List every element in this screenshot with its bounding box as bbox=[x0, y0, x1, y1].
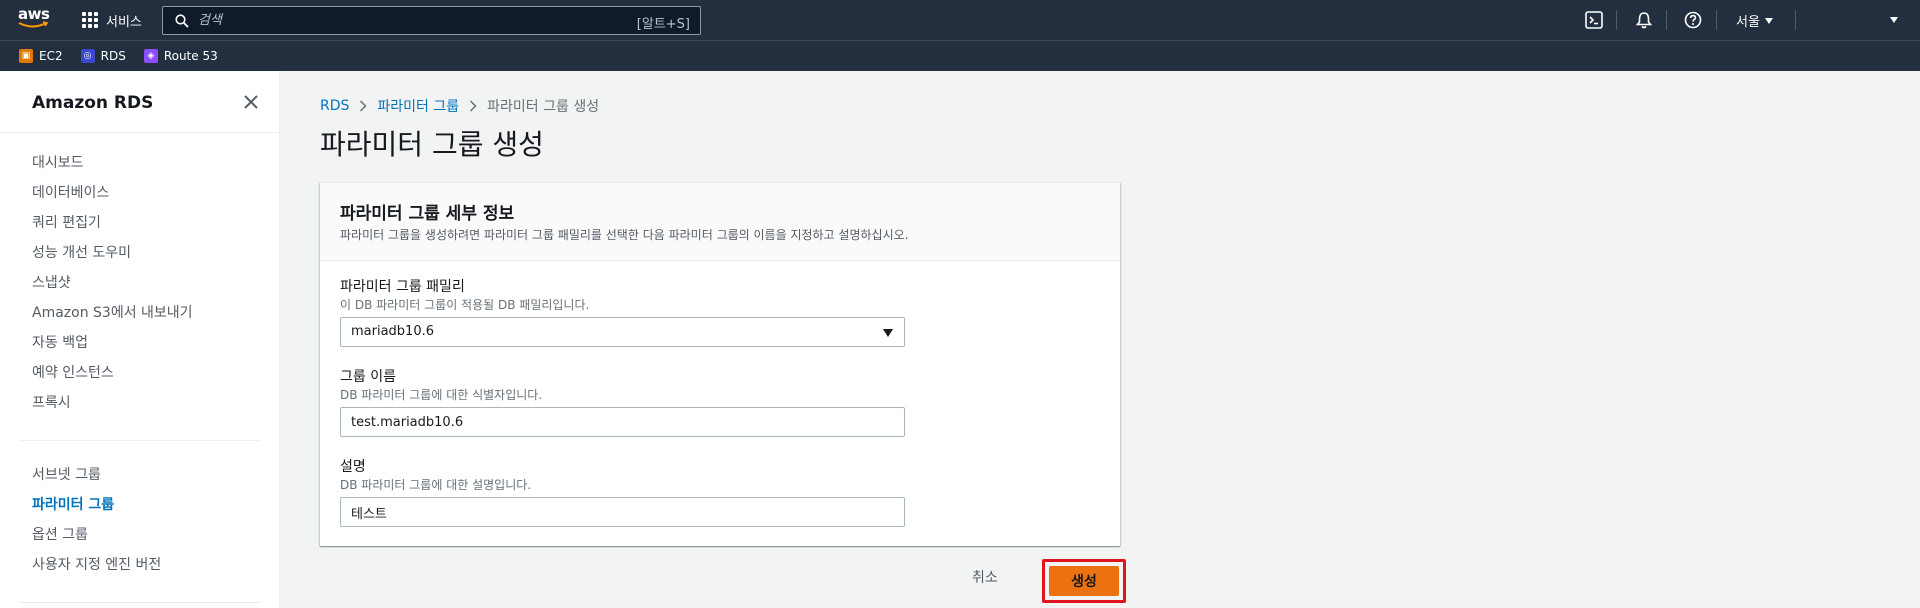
description-input[interactable] bbox=[351, 498, 904, 526]
favorite-label: RDS bbox=[100, 49, 126, 63]
group-name-label: 그룹 이름 bbox=[340, 369, 396, 385]
ec2-icon: ▣ bbox=[19, 49, 33, 63]
chevron-right-icon bbox=[470, 100, 477, 112]
sidebar-item-dashboard[interactable]: 대시보드 bbox=[32, 148, 193, 178]
breadcrumb-rds[interactable]: RDS bbox=[320, 98, 349, 114]
panel-header: 파라미터 그룹 세부 정보 파라미터 그룹을 생성하려면 파라미터 그룹 패밀리… bbox=[320, 183, 1120, 261]
caret-down-icon bbox=[1890, 17, 1898, 23]
favorite-ec2[interactable]: ▣ EC2 bbox=[19, 49, 63, 63]
search-shortcut-hint: [알트+S] bbox=[636, 17, 690, 32]
cancel-button[interactable]: 취소 bbox=[972, 567, 998, 587]
favorite-rds[interactable]: ◎ RDS bbox=[80, 49, 126, 63]
cloudshell-icon[interactable] bbox=[1585, 11, 1603, 29]
sidebar-nav-secondary: 서브넷 그룹 파라미터 그룹 옵션 그룹 사용자 지정 엔진 버전 bbox=[32, 460, 161, 580]
sidebar-title[interactable]: Amazon RDS bbox=[32, 93, 153, 113]
close-icon[interactable] bbox=[243, 94, 259, 110]
nav-divider bbox=[1616, 10, 1617, 30]
sidebar-item-automated-backups[interactable]: 자동 백업 bbox=[32, 328, 193, 358]
nav-divider bbox=[1795, 10, 1796, 30]
favorite-route53[interactable]: ◈ Route 53 bbox=[143, 49, 218, 63]
favorites-bar: ▣ EC2 ◎ RDS ◈ Route 53 bbox=[0, 40, 1920, 71]
sidebar-nav-primary: 대시보드 데이터베이스 쿼리 편집기 성능 개선 도우미 스냅샷 Amazon … bbox=[32, 148, 193, 418]
description-description: DB 파라미터 그룹에 대한 설명입니다. bbox=[340, 478, 532, 492]
create-button[interactable]: 생성 bbox=[1049, 566, 1119, 596]
sidebar-item-exports-s3[interactable]: Amazon S3에서 내보내기 bbox=[32, 298, 193, 328]
search-bar[interactable]: [알트+S] bbox=[162, 6, 701, 35]
sidebar-divider bbox=[20, 602, 260, 603]
sidebar-item-databases[interactable]: 데이터베이스 bbox=[32, 178, 193, 208]
aws-logo[interactable]: aws bbox=[18, 7, 50, 33]
breadcrumb: RDS 파라미터 그룹 파라미터 그룹 생성 bbox=[320, 96, 599, 116]
breadcrumb-current: 파라미터 그룹 생성 bbox=[487, 99, 600, 115]
services-menu-button[interactable]: 서비스 bbox=[82, 0, 142, 40]
parameter-group-details-panel: 파라미터 그룹 세부 정보 파라미터 그룹을 생성하려면 파라미터 그룹 패밀리… bbox=[320, 182, 1120, 546]
nav-divider bbox=[1666, 10, 1667, 30]
family-select-value: mariadb10.6 bbox=[351, 324, 435, 339]
grid-icon bbox=[82, 12, 98, 28]
sidebar: Amazon RDS 대시보드 데이터베이스 쿼리 편집기 성능 개선 도우미 … bbox=[0, 71, 280, 608]
sidebar-item-proxies[interactable]: 프록시 bbox=[32, 388, 193, 418]
caret-down-icon bbox=[1764, 17, 1773, 24]
sidebar-item-parameter-groups[interactable]: 파라미터 그룹 bbox=[32, 490, 161, 520]
search-input[interactable] bbox=[198, 13, 618, 28]
family-select[interactable]: mariadb10.6 bbox=[340, 317, 905, 347]
route53-icon: ◈ bbox=[143, 49, 158, 63]
group-name-input[interactable] bbox=[351, 408, 904, 436]
page-title: 파라미터 그룹 생성 bbox=[320, 128, 544, 161]
chevron-right-icon bbox=[360, 100, 367, 112]
rds-icon: ◎ bbox=[80, 49, 95, 63]
help-icon[interactable] bbox=[1684, 11, 1702, 29]
sidebar-item-subnet-groups[interactable]: 서브넷 그룹 bbox=[32, 460, 161, 490]
favorite-label: Route 53 bbox=[163, 49, 218, 63]
sidebar-item-query-editor[interactable]: 쿼리 편집기 bbox=[32, 208, 193, 238]
aws-logo-text: aws bbox=[18, 5, 50, 23]
group-name-description: DB 파라미터 그룹에 대한 식별자입니다. bbox=[340, 388, 543, 402]
sidebar-item-custom-engine-versions[interactable]: 사용자 지정 엔진 버전 bbox=[32, 550, 161, 580]
group-name-field[interactable] bbox=[340, 407, 905, 437]
search-icon bbox=[175, 13, 189, 28]
sidebar-item-option-groups[interactable]: 옵션 그룹 bbox=[32, 520, 161, 550]
breadcrumb-parameter-groups[interactable]: 파라미터 그룹 bbox=[377, 96, 459, 116]
favorite-label: EC2 bbox=[39, 49, 63, 63]
family-label: 파라미터 그룹 패밀리 bbox=[340, 279, 465, 295]
sidebar-item-reserved-instances[interactable]: 예약 인스턴스 bbox=[32, 358, 193, 388]
region-label: 서울 bbox=[1736, 15, 1760, 30]
sidebar-item-snapshots[interactable]: 스냅샷 bbox=[32, 268, 193, 298]
family-description: 이 DB 파라미터 그룹이 적용될 DB 패밀리입니다. bbox=[340, 298, 590, 312]
sidebar-divider bbox=[0, 132, 280, 133]
panel-title: 파라미터 그룹 세부 정보 bbox=[340, 204, 515, 224]
description-label: 설명 bbox=[340, 459, 366, 475]
description-field[interactable] bbox=[340, 497, 905, 527]
sidebar-item-performance-insights[interactable]: 성능 개선 도우미 bbox=[32, 238, 193, 268]
caret-down-icon bbox=[883, 329, 893, 337]
account-menu[interactable] bbox=[1890, 17, 1898, 23]
nav-divider bbox=[1716, 10, 1717, 30]
top-navigation: aws 서비스 [알트+S] 서울 bbox=[0, 0, 1920, 40]
bell-icon[interactable] bbox=[1635, 11, 1653, 29]
panel-description: 파라미터 그룹을 생성하려면 파라미터 그룹 패밀리를 선택한 다음 파라미터 … bbox=[340, 228, 909, 242]
create-button-highlight: 생성 bbox=[1042, 559, 1126, 603]
region-selector[interactable]: 서울 bbox=[1736, 11, 1773, 30]
sidebar-divider bbox=[20, 440, 260, 441]
services-label: 서비스 bbox=[106, 14, 142, 30]
